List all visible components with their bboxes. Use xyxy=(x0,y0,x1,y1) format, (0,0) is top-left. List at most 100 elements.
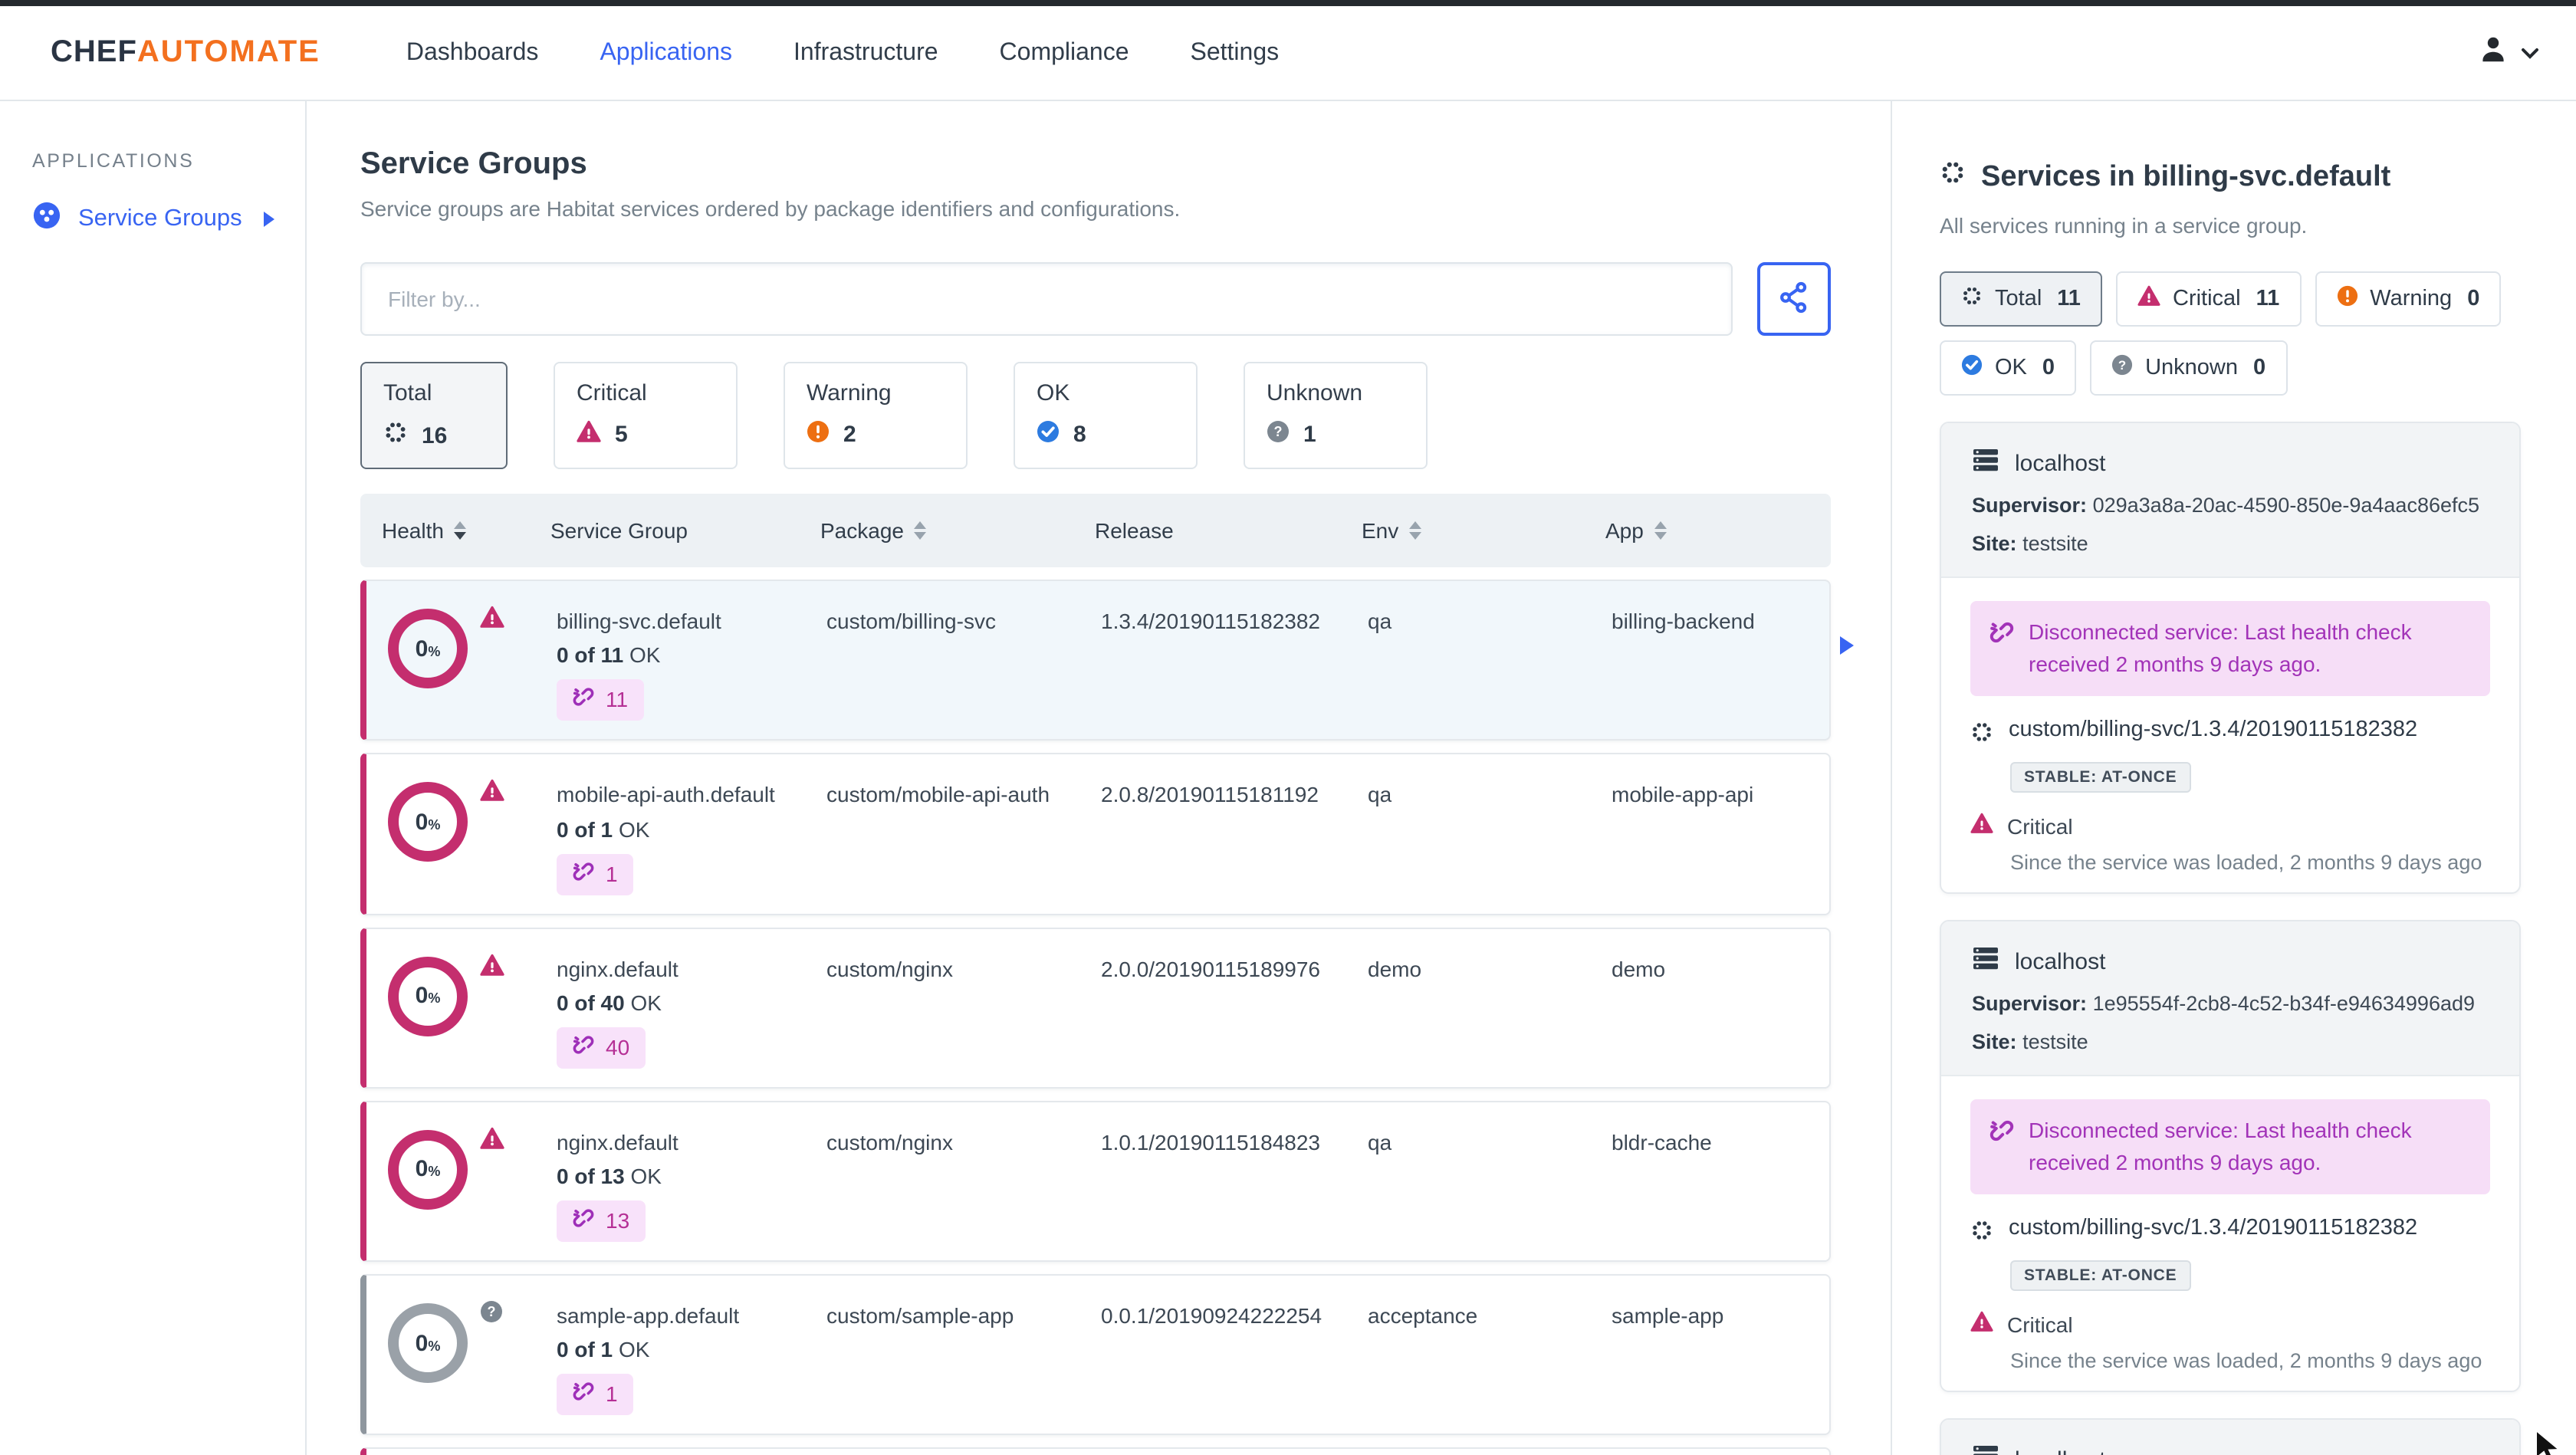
service-group-cell: mobile-api-auth.default 0 of 1 OK 1 xyxy=(557,780,826,895)
column-app[interactable]: App xyxy=(1605,518,1831,543)
sidebar-item-service-groups[interactable]: Service Groups xyxy=(32,201,305,238)
pill-warning[interactable]: Warning 0 xyxy=(2315,271,2502,327)
logo-automate: AUTOMATE xyxy=(136,35,320,69)
service-group-cell: nginx.default 0 of 40 OK 40 xyxy=(557,953,826,1069)
status-card-ok[interactable]: OK 8 xyxy=(1014,362,1198,469)
disconnected-count-badge: 13 xyxy=(557,1200,646,1243)
site-line: Site: testsite xyxy=(1972,532,2088,555)
table-row-partial xyxy=(360,1447,1831,1455)
service-card-body: Disconnected service: Last health check … xyxy=(1941,578,2519,892)
since-loaded-text: Since the service was loaded, 2 months 9… xyxy=(2010,1349,2482,1372)
pill-total[interactable]: Total 11 xyxy=(1940,271,2102,327)
status-card-count: 16 xyxy=(422,422,448,448)
panel-title: Services in billing-svc.default xyxy=(1940,159,2521,195)
service-group-name: mobile-api-auth.default xyxy=(557,782,775,807)
pill-critical[interactable]: Critical 11 xyxy=(2115,271,2302,327)
status-card-total[interactable]: Total 16 xyxy=(360,362,508,469)
host-name: localhost xyxy=(2015,948,2106,974)
mouse-cursor xyxy=(2533,1428,2567,1455)
pill-unknown[interactable]: ? Unknown 0 xyxy=(2090,340,2288,396)
disconnected-banner: Disconnected service: Last health check … xyxy=(1970,601,2490,696)
supervisor-line: Supervisor: 1e95554f-2cb8-4c52-b34f-e946… xyxy=(1972,992,2476,1015)
sort-icon xyxy=(1409,521,1422,540)
nav-applications[interactable]: Applications xyxy=(600,39,732,67)
pill-ok[interactable]: OK 0 xyxy=(1940,340,2077,396)
filter-row xyxy=(360,262,1831,336)
cluster-dots-icon xyxy=(1970,1216,1993,1248)
package-cell: custom/mobile-api-auth xyxy=(826,782,1050,807)
column-release[interactable]: Release xyxy=(1095,518,1362,543)
release-cell: 1.3.4/20190115182382 xyxy=(1101,609,1320,633)
critical-icon xyxy=(480,953,504,984)
supervisor-line: Supervisor: 029a3a8a-20ac-4590-850e-9a4a… xyxy=(1972,494,2480,517)
nav-items: Dashboards Applications Infrastructure C… xyxy=(406,39,1279,67)
package-cell: custom/billing-svc xyxy=(826,609,996,633)
disconnected-count-badge: 40 xyxy=(557,1026,646,1069)
disconnected-count-badge: 1 xyxy=(557,1374,633,1416)
disconnected-count-badge: 11 xyxy=(557,679,644,721)
health-gauge: 0% xyxy=(388,1303,468,1384)
critical-icon xyxy=(2137,285,2160,313)
health-gauge: 0% xyxy=(388,956,468,1036)
broken-link-icon xyxy=(572,1033,595,1061)
table-row-nginx-demo[interactable]: 0% nginx.default 0 of 40 OK 40 custom/ng… xyxy=(360,927,1831,1089)
panel-status-pills: Total 11 Critical 11 Warning 0 OK 0 ? Unknown… xyxy=(1940,271,2521,396)
sidebar-section-label: APPLICATIONS xyxy=(32,150,195,172)
column-env[interactable]: Env xyxy=(1362,518,1605,543)
status-card-unknown[interactable]: Unknown ? 1 xyxy=(1244,362,1428,469)
status-card-count: 5 xyxy=(615,422,628,448)
env-cell: qa xyxy=(1368,609,1392,633)
chef-automate-logo[interactable]: CHEFAUTOMATE xyxy=(51,35,320,71)
expand-arrow-icon xyxy=(264,212,274,227)
table-row-sample-app[interactable]: 0% ? sample-app.default 0 of 1 OK 1 cust… xyxy=(360,1274,1831,1436)
status-card-label: OK xyxy=(1037,380,1070,406)
status-filter-cards: Total 16 Critical 5 Warning 2 OK 8 Unkno… xyxy=(360,362,1831,469)
user-menu[interactable] xyxy=(2476,32,2539,74)
service-groups-icon xyxy=(32,201,61,238)
unknown-icon: ? xyxy=(480,1300,503,1331)
panel-subtitle: All services running in a service group. xyxy=(1940,213,2308,238)
nav-dashboards[interactable]: Dashboards xyxy=(406,39,539,67)
share-button[interactable] xyxy=(1757,262,1831,336)
table-row-billing-svc[interactable]: 0% billing-svc.default 0 of 11 OK 11 cus… xyxy=(360,580,1854,741)
table-row-mobile-api-auth[interactable]: 0% mobile-api-auth.default 0 of 1 OK 1 c… xyxy=(360,753,1831,915)
status-card-count: 8 xyxy=(1073,422,1086,448)
package-identifier: custom/billing-svc/1.3.4/20190115182382 xyxy=(1970,1216,2490,1248)
health-cell: 0% xyxy=(388,953,557,1069)
column-package[interactable]: Package xyxy=(820,518,1095,543)
column-service-group[interactable]: Service Group xyxy=(550,518,820,543)
nav-compliance[interactable]: Compliance xyxy=(1000,39,1129,67)
service-card: localhost Supervisor: 1e95554f-2cb8-4c52… xyxy=(1940,920,2521,1392)
release-cell: 0.0.1/20190924222254 xyxy=(1101,1303,1322,1329)
main-content: Service Groups Service groups are Habita… xyxy=(307,101,1892,1455)
health-gauge: 0% xyxy=(388,1129,468,1210)
host-name: localhost xyxy=(2015,450,2106,476)
sidebar: APPLICATIONS Service Groups xyxy=(0,101,307,1455)
service-groups-table: Health Service Group Package Release Env… xyxy=(360,494,1854,1455)
sort-icon xyxy=(914,521,927,540)
service-group-name: nginx.default xyxy=(557,1129,678,1154)
page-title: Service Groups xyxy=(360,147,587,181)
status-card-warning[interactable]: Warning 2 xyxy=(784,362,968,469)
app-cell: demo xyxy=(1612,956,1666,981)
server-icon xyxy=(1972,1444,1999,1455)
broken-link-icon xyxy=(572,1381,595,1408)
total-cluster-icon xyxy=(383,420,408,451)
disconnected-banner: Disconnected service: Last health check … xyxy=(1970,1099,2490,1194)
status-card-label: Total xyxy=(383,380,432,406)
table-row-nginx-qa[interactable]: 0% nginx.default 0 of 13 OK 13 custom/ng… xyxy=(360,1100,1831,1263)
broken-link-icon xyxy=(572,1207,595,1234)
nav-settings[interactable]: Settings xyxy=(1191,39,1280,67)
table-header: Health Service Group Package Release Env… xyxy=(360,494,1831,567)
critical-icon xyxy=(1970,813,1993,839)
app-cell: billing-backend xyxy=(1612,609,1755,633)
column-health[interactable]: Health xyxy=(382,518,550,543)
filter-input[interactable] xyxy=(360,262,1733,336)
app-cell: mobile-app-api xyxy=(1612,782,1754,807)
status-card-critical[interactable]: Critical 5 xyxy=(554,362,738,469)
update-strategy-badge: STABLE: AT-ONCE xyxy=(2010,1260,2191,1291)
host-name: localhost xyxy=(2015,1447,2105,1455)
nav-infrastructure[interactable]: Infrastructure xyxy=(794,39,938,67)
disconnected-count-badge: 1 xyxy=(557,853,633,895)
health-gauge: 0% xyxy=(388,609,468,688)
